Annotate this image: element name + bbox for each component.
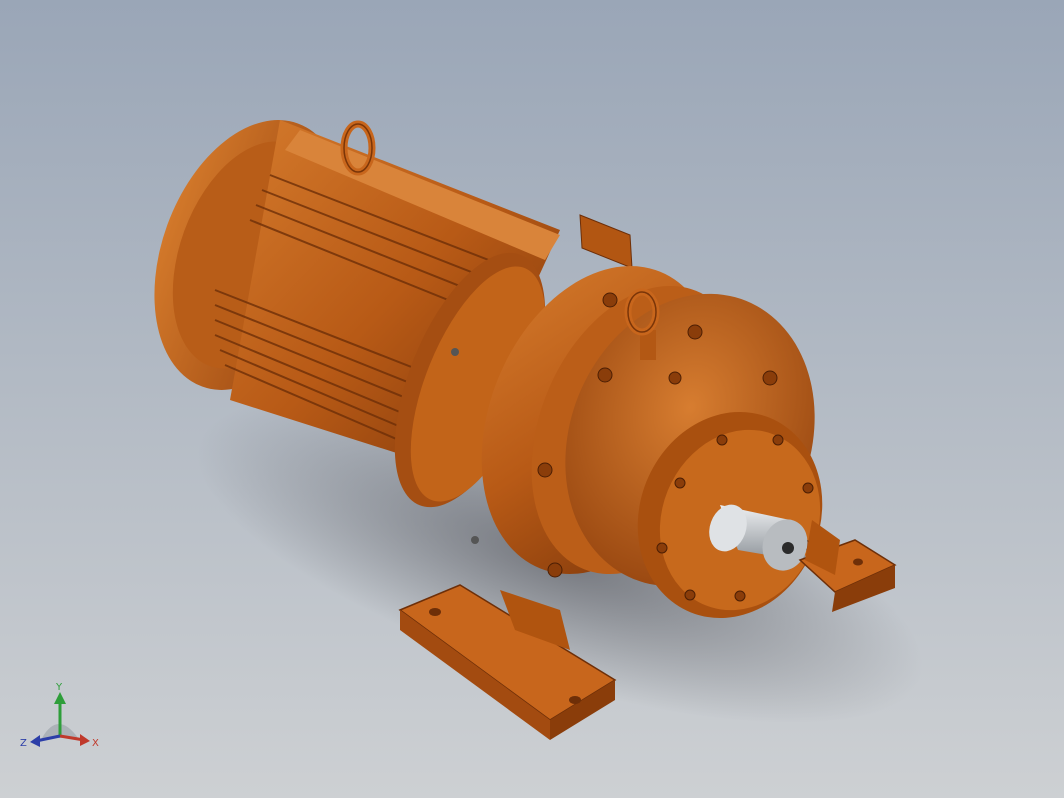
z-axis-arrowhead [30,735,40,747]
x-axis-arrowhead [80,734,90,746]
z-axis-label: Z [20,738,27,749]
orientation-triad: Y X Z [18,680,108,760]
x-axis-label: X [92,738,99,749]
y-axis-arrowhead [54,692,66,704]
gear-motor-model[interactable] [0,0,1064,798]
y-axis-label: Y [55,682,63,693]
top-bracket [579,214,633,269]
graphics-viewport[interactable]: Y X Z [0,0,1064,798]
